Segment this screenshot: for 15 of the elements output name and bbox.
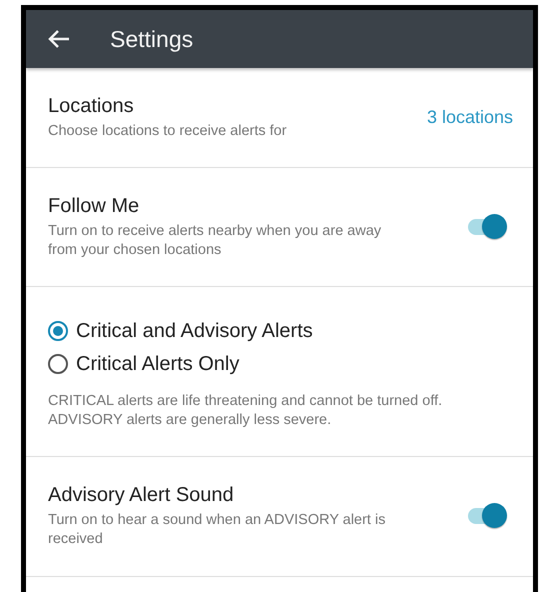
back-icon[interactable] [48,30,70,48]
screen-title: Settings [110,26,194,52]
row-title: Follow Me [48,194,140,218]
radio-option[interactable]: Critical and Advisory Alerts [48,320,513,342]
alerts-note: CRITICAL alerts are life threatening and cannot be turned off. ADVISORY alerts are generally less severe. [48,392,444,430]
row-title: Locations [48,94,135,118]
toggle-switch[interactable] [467,503,509,530]
radio-icon[interactable] [48,321,68,341]
radio-option[interactable]: Critical Alerts Only [48,352,513,376]
toggle-switch[interactable] [467,214,509,240]
radio-icon[interactable] [48,354,68,374]
row-description: Turn on to receive alerts nearby when you are away from your chosen locations [48,222,382,260]
row-title: Advisory Alert Sound [48,484,235,507]
row-description: Choose locations to receive alerts for [48,122,288,140]
row-description: Turn on to hear a sound when an ADVISORY alert is received [48,511,386,549]
